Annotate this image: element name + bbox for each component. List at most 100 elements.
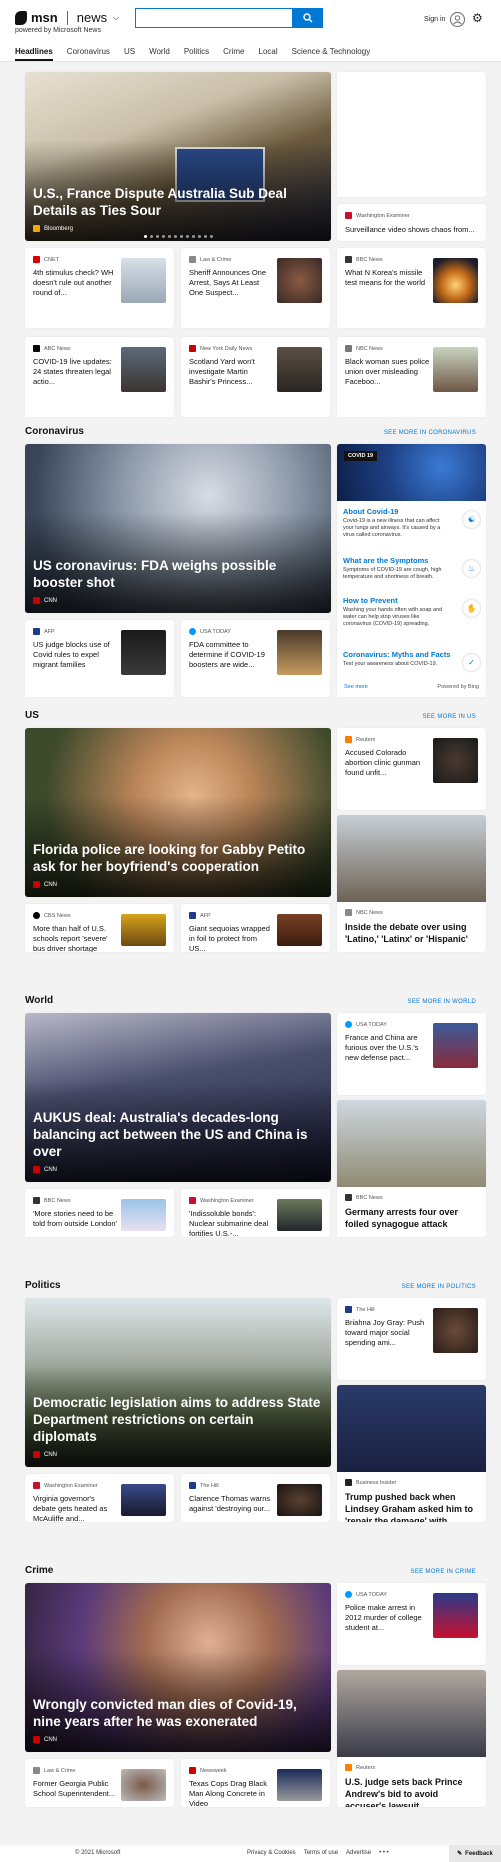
advertise-link[interactable]: Advertise bbox=[346, 1850, 371, 1856]
hero-source: CNN bbox=[33, 1736, 57, 1743]
news-thumbnail bbox=[121, 1199, 166, 1231]
news-thumbnail bbox=[277, 347, 322, 392]
nav-world[interactable]: World bbox=[149, 47, 170, 61]
nav-science-technology[interactable]: Science & Technology bbox=[292, 47, 371, 61]
news-card[interactable]: New York Daily News Scotland Yard won't … bbox=[181, 337, 330, 417]
thermometer-icon: ♨ bbox=[463, 560, 480, 577]
privacy-link[interactable]: Privacy & Cookies bbox=[247, 1850, 296, 1856]
top-header: msn news ⌵ powered by Microsoft News Sig… bbox=[0, 0, 501, 62]
news-thumbnail bbox=[121, 1769, 166, 1801]
news-thumbnail bbox=[121, 914, 166, 946]
nav-us[interactable]: US bbox=[124, 47, 135, 61]
see-more-crime[interactable]: SEE MORE IN CRIME bbox=[411, 1569, 476, 1575]
avatar-icon[interactable] bbox=[450, 12, 465, 27]
feedback-button[interactable]: ✎ Feedback bbox=[449, 1845, 501, 1862]
news-card[interactable]: NBC News Black woman sues police union o… bbox=[337, 337, 486, 417]
news-card[interactable]: USA TODAY FDA committee to determine if … bbox=[181, 620, 330, 697]
crime-hero-card[interactable]: Wrongly convicted man dies of Covid-19, … bbox=[25, 1583, 331, 1752]
news-card[interactable]: AFP Giant sequoias wrapped in foil to pr… bbox=[181, 904, 330, 952]
news-thumbnail bbox=[121, 347, 166, 392]
hero-title: US coronavirus: FDA weighs possible boos… bbox=[33, 558, 277, 590]
carousel-dots[interactable] bbox=[25, 235, 331, 238]
news-thumbnail bbox=[277, 258, 322, 303]
news-card[interactable]: Law & Crime Sheriff Announces One Arrest… bbox=[181, 248, 330, 328]
see-more-us[interactable]: SEE MORE IN US bbox=[422, 714, 476, 720]
nav-politics[interactable]: Politics bbox=[184, 47, 209, 61]
hero-title: Wrongly convicted man dies of Covid-19, … bbox=[33, 1697, 297, 1729]
ad-placeholder bbox=[337, 72, 486, 197]
handwash-icon: ✋ bbox=[463, 600, 480, 617]
more-icon[interactable]: • • • bbox=[379, 1850, 389, 1856]
photo-news-card[interactable]: Business Insider Trump pushed back when … bbox=[337, 1385, 486, 1522]
news-image bbox=[337, 1100, 486, 1187]
bloomberg-logo-icon bbox=[33, 225, 40, 232]
hero-title: AUKUS deal: Australia's decades-long bal… bbox=[33, 1110, 308, 1159]
terms-link[interactable]: Terms of use bbox=[304, 1850, 338, 1856]
news-card[interactable]: Washington Examiner Virginia governor's … bbox=[25, 1474, 174, 1522]
headline-hero-card[interactable]: U.S., France Dispute Australia Sub Deal … bbox=[25, 72, 331, 241]
news-card[interactable]: ABC News COVID-19 live updates: 24 state… bbox=[25, 337, 174, 417]
nav-local[interactable]: Local bbox=[259, 47, 278, 61]
nav-crime[interactable]: Crime bbox=[223, 47, 244, 61]
covid-see-more-link[interactable]: See more bbox=[344, 684, 368, 690]
news-thumbnail bbox=[277, 914, 322, 946]
covid-item[interactable]: How to Prevent Washing your hands often … bbox=[343, 596, 480, 628]
news-card[interactable]: Reuters Accused Colorado abortion clinic… bbox=[337, 728, 486, 810]
section-name: news bbox=[76, 10, 108, 25]
covid-item[interactable]: What are the Symptoms Symptoms of COVID-… bbox=[343, 556, 480, 581]
nav-coronavirus[interactable]: Coronavirus bbox=[67, 47, 110, 61]
nav-headlines[interactable]: Headlines bbox=[15, 47, 53, 61]
covid-item[interactable]: Coronavirus: Myths and Facts Test your a… bbox=[343, 650, 480, 671]
news-card[interactable]: Newsweek Texas Cops Drag Black Man Along… bbox=[181, 1759, 330, 1807]
news-thumbnail bbox=[433, 1308, 478, 1353]
section-title-coronavirus: Coronavirus bbox=[25, 426, 84, 437]
news-card[interactable]: The Hill Clarence Thomas warns against '… bbox=[181, 1474, 330, 1522]
news-card[interactable]: USA TODAY France and China are furious o… bbox=[337, 1013, 486, 1095]
news-thumbnail bbox=[121, 1484, 166, 1516]
hero-source: CNN bbox=[33, 1166, 57, 1173]
search-button[interactable] bbox=[293, 8, 323, 28]
hero-source: Bloomberg bbox=[33, 225, 73, 232]
news-card[interactable]: Washington Examiner Surveillance video s… bbox=[337, 204, 486, 241]
section-title-politics: Politics bbox=[25, 1280, 61, 1291]
news-card[interactable]: AFP US judge blocks use of Covid rules t… bbox=[25, 620, 174, 697]
news-thumbnail bbox=[277, 630, 322, 675]
news-card[interactable]: CNET 4th stimulus check? WH doesn't rule… bbox=[25, 248, 174, 328]
news-card[interactable]: Washington Examiner 'Indissoluble bonds'… bbox=[181, 1189, 330, 1237]
news-card[interactable]: BBC News What N Korea's missile test mea… bbox=[337, 248, 486, 328]
us-hero-card[interactable]: Florida police are looking for Gabby Pet… bbox=[25, 728, 331, 897]
gear-icon[interactable]: ⚙ bbox=[472, 12, 484, 24]
world-hero-card[interactable]: AUKUS deal: Australia's decades-long bal… bbox=[25, 1013, 331, 1182]
covid-item[interactable]: About Covid-19 Covid-19 is a new illness… bbox=[343, 507, 480, 539]
news-card[interactable]: CBS News More than half of U.S. schools … bbox=[25, 904, 174, 952]
section-title-crime: Crime bbox=[25, 1565, 54, 1576]
news-thumbnail bbox=[121, 630, 166, 675]
politics-hero-card[interactable]: Democratic legislation aims to address S… bbox=[25, 1298, 331, 1467]
msn-logo[interactable]: msn news ⌵ bbox=[15, 10, 119, 25]
news-image bbox=[337, 1385, 486, 1472]
photo-news-card[interactable]: Reuters U.S. judge sets back Prince Andr… bbox=[337, 1670, 486, 1807]
hero-source: CNN bbox=[33, 597, 57, 604]
see-more-world[interactable]: SEE MORE IN WORLD bbox=[408, 999, 476, 1005]
chevron-down-icon[interactable]: ⌵ bbox=[113, 13, 119, 23]
see-more-coronavirus[interactable]: SEE MORE IN CORONAVIRUS bbox=[384, 430, 476, 436]
news-card[interactable]: BBC News 'More stories need to be told f… bbox=[25, 1189, 174, 1237]
brand-name: msn bbox=[31, 10, 58, 25]
news-image bbox=[337, 815, 486, 902]
hero-title: Florida police are looking for Gabby Pet… bbox=[33, 842, 306, 874]
news-card[interactable]: USA TODAY Police make arrest in 2012 mur… bbox=[337, 1583, 486, 1665]
search-icon bbox=[303, 13, 313, 23]
photo-news-card[interactable]: BBC News Germany arrests four over foile… bbox=[337, 1100, 486, 1237]
see-more-politics[interactable]: SEE MORE IN POLITICS bbox=[402, 1284, 476, 1290]
news-thumbnail bbox=[433, 1593, 478, 1638]
sign-in-link[interactable]: Sign in bbox=[424, 16, 445, 23]
news-card[interactable]: The Hill Briahna Joy Gray: Push toward m… bbox=[337, 1298, 486, 1380]
news-card[interactable]: Law & Crime Former Georgia Public School… bbox=[25, 1759, 174, 1807]
coronavirus-hero-card[interactable]: US coronavirus: FDA weighs possible boos… bbox=[25, 444, 331, 613]
powered-by-bing: Powered by Bing bbox=[437, 684, 479, 690]
logo-divider bbox=[66, 10, 68, 25]
news-image bbox=[337, 1670, 486, 1757]
news-thumbnail bbox=[433, 258, 478, 303]
search-input[interactable] bbox=[135, 8, 293, 28]
photo-news-card[interactable]: NBC News Inside the debate over using 'L… bbox=[337, 815, 486, 952]
